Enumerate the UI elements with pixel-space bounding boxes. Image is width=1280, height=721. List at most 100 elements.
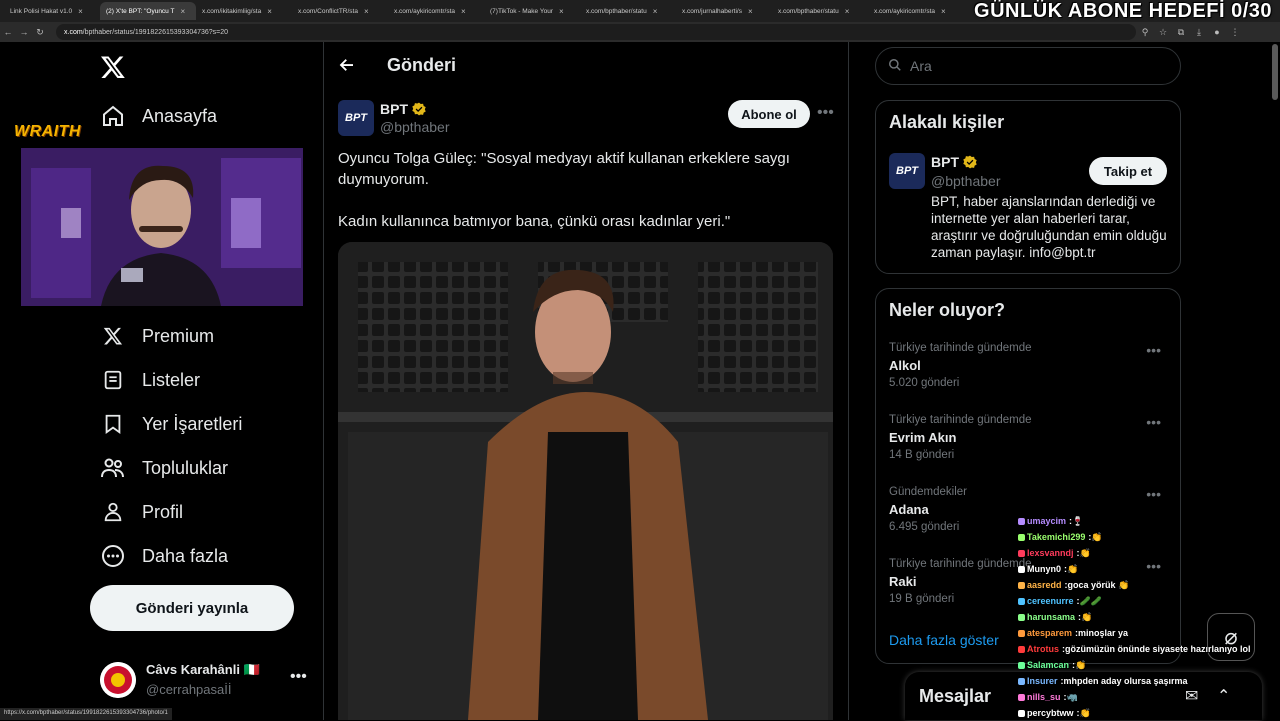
extensions-icon[interactable]: ⧉ [1172,27,1190,38]
close-tab-icon[interactable]: × [461,7,466,16]
chat-username: Insurer [1027,676,1058,686]
more-dots-icon[interactable]: ••• [1146,414,1161,430]
download-icon[interactable]: ⤓ [1190,27,1208,38]
stream-chat-overlay: umaycim: 🍷 Takemichi299: 👏 lexsvanndj: 👏 Mu… [1018,513,1280,721]
status-bar-url: https://x.com/bpthaber/status/1991822615… [0,708,172,720]
subscriber-goal-overlay: GÜNLÜK ABONE HEDEFİ 0/30 [974,0,1272,22]
chat-message: nills_su: 🦏 [1018,689,1280,705]
related-handle[interactable]: @bpthaber [931,173,1000,189]
url-field[interactable]: x.com/bpthaber/status/199182261539330473… [56,24,1136,40]
author-handle[interactable]: @bpthaber [380,119,449,135]
nav-home[interactable]: Anasayfa [100,100,217,132]
more-circle-icon [100,543,126,569]
close-tab-icon[interactable]: × [845,7,850,16]
nav-premium[interactable]: Premium [100,320,214,352]
chat-username: Munyn0 [1027,564,1062,574]
list-icon [100,367,126,393]
back-arrow-icon[interactable] [338,56,356,79]
account-switcher[interactable]: Câvs Karahânli 🇮🇹 @cerrahpasaİİ ••• [100,660,310,700]
subscribe-button[interactable]: Abone ol [728,100,810,128]
forward-nav-icon[interactable]: → [16,27,32,37]
chat-message: Atrotus: gözümüzün önünde siyasete hazır… [1018,641,1280,657]
tab-label: x.com/ConflictTR/sta [298,7,358,15]
chat-text: minoşlar ya [1078,628,1129,638]
chat-badge-icon [1018,629,1025,637]
close-tab-icon[interactable]: × [653,7,658,16]
author-name[interactable]: BPT [380,101,426,117]
url-domain: x.com [64,28,83,36]
profile-icon[interactable]: ● [1208,27,1226,37]
tab-label: Link Polisi Hakat v1.0 [10,7,73,15]
related-name[interactable]: BPT [931,154,977,170]
nav-lists[interactable]: Listeler [100,364,200,396]
zoom-icon[interactable]: ⚲ [1136,27,1154,38]
chat-username: nills_su [1027,692,1061,702]
webcam-overlay [21,148,303,306]
trend-item[interactable]: Türkiye tarihinde gündemde Evrim Akın 14… [889,414,1169,461]
chat-message: lexsvanndj: 👏 [1018,545,1280,561]
close-tab-icon[interactable]: × [78,7,83,16]
close-tab-icon[interactable]: × [748,7,753,16]
tab-4[interactable]: x.com/aykiricomtr/sta × [388,2,484,20]
more-dots-icon[interactable]: ••• [290,668,307,686]
tab-6[interactable]: x.com/bpthaber/statu × [580,2,676,20]
related-avatar[interactable]: BPT [889,153,925,189]
trend-name: Alkol [889,358,921,373]
chat-message: Insurer: mhpden aday olursa şaşırma [1018,673,1280,689]
chat-badge-icon [1018,565,1025,573]
scrollbar[interactable] [1272,44,1278,100]
close-tab-icon[interactable]: × [559,7,564,16]
chat-text: 🦏 [1066,691,1078,702]
more-dots-icon[interactable]: ••• [1146,486,1161,502]
tab-2[interactable]: x.com/ikitakimliig/sta × [196,2,292,20]
reload-icon[interactable]: ↻ [32,27,48,38]
chat-text: goca yörük 👏 [1067,579,1130,590]
chat-message: Takemichi299: 👏 [1018,529,1280,545]
chat-username: aasredd [1027,580,1062,590]
tab-3[interactable]: x.com/ConflictTR/sta × [292,2,388,20]
tab-5[interactable]: (7)TikTok - Make Your × [484,2,580,20]
nav-more[interactable]: Daha fazla [100,540,228,572]
chat-message: Salamcan: 👏 [1018,657,1280,673]
close-tab-icon[interactable]: × [267,7,272,16]
chat-text: 👏 [1067,563,1079,574]
nav-label: Listeler [142,369,201,390]
follow-button[interactable]: Takip et [1089,157,1167,185]
bookmark-star-icon[interactable]: ☆ [1154,27,1172,38]
column-divider [848,42,849,720]
chat-badge-icon [1018,549,1025,557]
author-avatar[interactable]: BPT [338,100,374,136]
tab-7[interactable]: x.com/jurnalhaberti/s × [676,2,772,20]
tab-1[interactable]: (2) X'te BPT: "Oyuncu T × [100,2,196,20]
trend-item[interactable]: Türkiye tarihinde gündemde Alkol 5.020 g… [889,342,1169,389]
nav-label: Profil [142,501,184,522]
chat-message: umaycim: 🍷 [1018,513,1280,529]
chat-message: atesparem: minoşlar ya [1018,625,1280,641]
close-tab-icon[interactable]: × [180,7,185,16]
tab-8[interactable]: x.com/bpthaber/statu × [772,2,868,20]
nav-communities[interactable]: Topluluklar [100,452,228,484]
more-dots-icon[interactable]: ••• [817,104,834,122]
chat-text: 🥒🥒 [1079,595,1102,606]
show-more-link[interactable]: Daha fazla göster [889,632,999,648]
nav-bookmarks[interactable]: Yer İşaretleri [100,408,242,440]
tab-9[interactable]: x.com/aykiricomtr/sta × [868,2,964,20]
chat-badge-icon [1018,709,1025,717]
chat-username: Atrotus [1027,644,1059,654]
chat-message: harunsama: 👏 [1018,609,1280,625]
chat-text: 👏 [1081,611,1093,622]
search-input[interactable]: Ara [875,47,1181,85]
menu-icon[interactable]: ⋮ [1226,27,1244,38]
x-logo-icon[interactable] [100,54,126,87]
back-nav-icon[interactable]: ← [0,27,16,37]
nav-profile[interactable]: Profil [100,496,183,528]
close-tab-icon[interactable]: × [941,7,946,16]
chat-message: Munyn0: 👏 [1018,561,1280,577]
more-dots-icon[interactable]: ••• [1146,342,1161,358]
post-button[interactable]: Gönderi yayınla [90,585,294,631]
close-tab-icon[interactable]: × [364,7,369,16]
chat-badge-icon [1018,517,1025,525]
trend-context: Türkiye tarihinde gündemde [889,414,1032,426]
tab-0[interactable]: Link Polisi Hakat v1.0 × [4,2,100,20]
post-photo[interactable] [338,242,833,720]
